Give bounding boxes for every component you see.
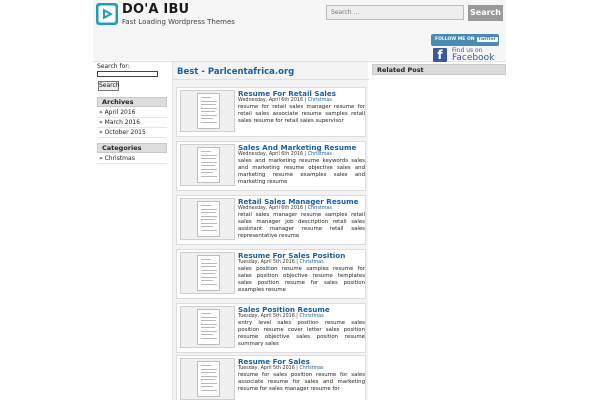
post-meta: Wednesday, April 6th 2016 | Christmas bbox=[238, 206, 332, 211]
post-meta: Wednesday, April 6th 2016 | Christmas bbox=[238, 152, 332, 157]
header-search-button[interactable]: Search bbox=[468, 5, 503, 21]
category-item-christmas[interactable]: » Christmas bbox=[97, 154, 167, 164]
post-meta: Tuesday, April 5th 2016 | Christmas bbox=[238, 260, 324, 265]
post-category-link[interactable]: Christmas bbox=[299, 314, 323, 319]
categories-title: Categories bbox=[97, 143, 167, 153]
post-card: Sales And Marketing Resume Wednesday, Ap… bbox=[176, 141, 366, 191]
post-card: Resume For Retail Sales Wednesday, April… bbox=[176, 87, 366, 137]
post-title[interactable]: Sales Position Resume bbox=[238, 305, 330, 314]
post-meta: Wednesday, April 6th 2016 | Christmas bbox=[238, 98, 332, 103]
title-divider bbox=[173, 79, 369, 80]
post-card: Resume For Sales Tuesday, April 5th 2016… bbox=[176, 355, 366, 400]
post-meta: Tuesday, April 5th 2016 | Christmas bbox=[238, 366, 324, 371]
post-date: Tuesday, April 5th 2016 bbox=[238, 366, 295, 371]
post-title[interactable]: Sales And Marketing Resume bbox=[238, 143, 356, 152]
post-thumbnail[interactable] bbox=[180, 198, 235, 240]
post-category-link[interactable]: Christmas bbox=[308, 98, 332, 103]
page-title[interactable]: Best - Parlcentafrica.org bbox=[177, 67, 294, 77]
post-date: Tuesday, April 5th 2016 bbox=[238, 260, 295, 265]
post-category-link[interactable]: Christmas bbox=[299, 366, 323, 371]
post-title[interactable]: Resume For Sales bbox=[238, 357, 310, 366]
post-excerpt: sales and marketing resume keywords sale… bbox=[238, 158, 365, 185]
twitter-brand-label: twitter bbox=[476, 37, 498, 42]
post-card: Retail Sales Manager Resume Wednesday, A… bbox=[176, 195, 366, 245]
post-title[interactable]: Retail Sales Manager Resume bbox=[238, 197, 358, 206]
post-excerpt: retail sales manager resume samples reta… bbox=[238, 212, 365, 239]
post-title[interactable]: Resume For Retail Sales bbox=[238, 89, 336, 98]
main-content: Best - Parlcentafrica.org Resume For Ret… bbox=[172, 62, 369, 400]
post-category-link[interactable]: Christmas bbox=[308, 206, 332, 211]
post-title[interactable]: Resume For Sales Position bbox=[238, 251, 345, 260]
post-card: Resume For Sales Position Tuesday, April… bbox=[176, 249, 366, 299]
facebook-icon: f bbox=[433, 48, 447, 62]
archive-item-april-2016[interactable]: » April 2016 bbox=[97, 108, 167, 118]
post-thumbnail[interactable] bbox=[180, 306, 235, 348]
post-meta: Tuesday, April 5th 2016 | Christmas bbox=[238, 314, 324, 319]
sidebar-search-label: Search for: bbox=[97, 63, 130, 70]
post-thumbnail[interactable] bbox=[180, 252, 235, 294]
archives-title: Archives bbox=[97, 97, 167, 107]
play-logo-icon[interactable] bbox=[96, 3, 118, 25]
twitter-follow-badge[interactable]: FOLLOW ME ON twitter bbox=[431, 34, 499, 46]
post-thumbnail[interactable] bbox=[180, 144, 235, 186]
post-category-link[interactable]: Christmas bbox=[308, 152, 332, 157]
post-excerpt: resume for sales position resume for sal… bbox=[238, 372, 365, 392]
site-title[interactable]: DO'A IBU bbox=[122, 2, 189, 17]
post-date: Wednesday, April 6th 2016 bbox=[238, 206, 304, 211]
archive-item-october-2015[interactable]: » October 2015 bbox=[97, 128, 167, 138]
post-thumbnail[interactable] bbox=[180, 358, 235, 400]
post-thumbnail[interactable] bbox=[180, 90, 235, 132]
facebook-badge[interactable]: f Find us on Facebook bbox=[431, 47, 499, 63]
site-tagline: Fast Loading Wordpress Themes bbox=[122, 18, 235, 26]
header-search-input[interactable] bbox=[326, 5, 464, 20]
post-excerpt: entry level sales position resume sales … bbox=[238, 320, 365, 347]
archive-item-march-2016[interactable]: » March 2016 bbox=[97, 118, 167, 128]
post-date: Tuesday, April 5th 2016 bbox=[238, 314, 295, 319]
sidebar-search-button[interactable]: Search bbox=[98, 81, 120, 91]
post-excerpt: resume for retail sales manager resume f… bbox=[238, 104, 365, 124]
post-category-link[interactable]: Christmas bbox=[299, 260, 323, 265]
post-date: Wednesday, April 6th 2016 bbox=[238, 152, 304, 157]
twitter-follow-label: FOLLOW ME ON bbox=[435, 37, 475, 42]
related-post-title: Related Post bbox=[372, 64, 506, 75]
facebook-word-label: Facebook bbox=[452, 53, 495, 63]
post-excerpt: sales position resume samples resume for… bbox=[238, 266, 365, 293]
post-date: Wednesday, April 6th 2016 bbox=[238, 98, 304, 103]
sidebar-search-input[interactable] bbox=[97, 71, 158, 77]
post-card: Sales Position Resume Tuesday, April 5th… bbox=[176, 303, 366, 353]
